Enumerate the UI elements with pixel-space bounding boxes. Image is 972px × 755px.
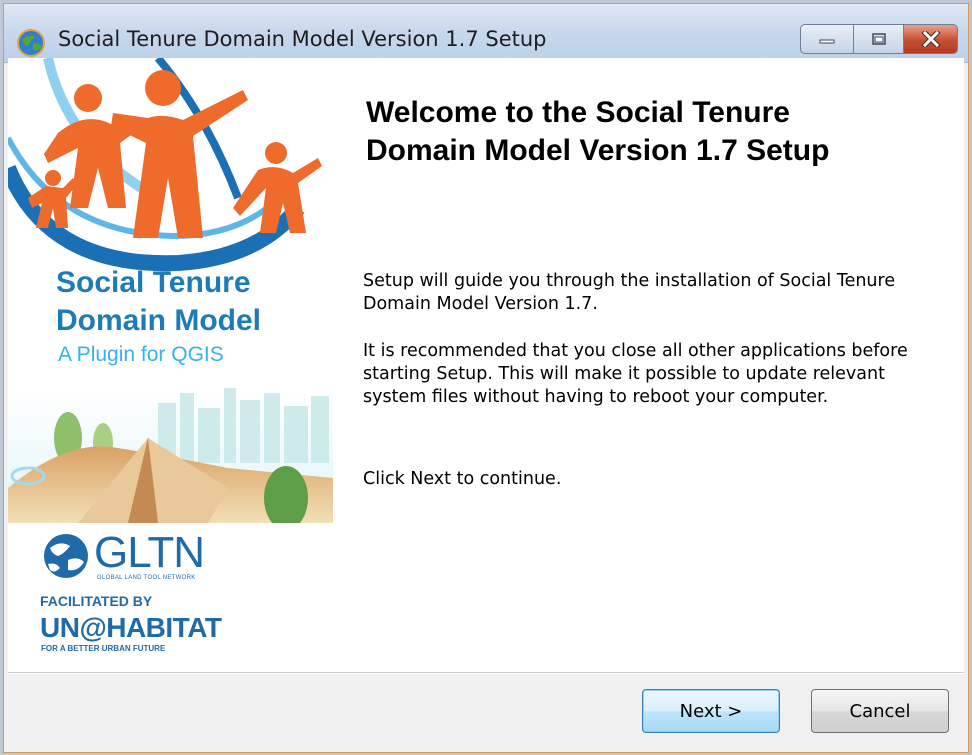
footer-divider (8, 672, 964, 674)
caption-buttons (800, 24, 958, 54)
brand-title-line2: Domain Model (56, 304, 262, 337)
gltn-logo-subtitle: GLOBAL LAND TOOL NETWORK (97, 575, 196, 581)
title-bar[interactable]: Social Tenure Domain Model Version 1.7 S… (4, 4, 968, 63)
unhabitat-logo-text: UN@HABITAT (40, 612, 222, 643)
close-button[interactable] (904, 24, 958, 54)
maximize-icon (871, 33, 886, 45)
content-area: Social Tenure Domain Model A Plugin for … (8, 58, 964, 672)
intro-paragraph: Setup will guide you through the install… (363, 271, 896, 314)
welcome-heading-line1: Welcome to the Social Tenure (366, 96, 790, 129)
brand-title-line1: Social Tenure (56, 266, 251, 299)
welcome-heading-line2: Domain Model Version 1.7 Setup (366, 134, 830, 167)
close-icon (920, 31, 941, 47)
gltn-logo-text: GLTN (94, 528, 205, 577)
minimize-icon (819, 39, 835, 44)
continue-instruction: Click Next to continue. (363, 469, 562, 489)
unhabitat-logo-subtitle: FOR A BETTER URBAN FUTURE (41, 644, 166, 653)
window-title: Social Tenure Domain Model Version 1.7 S… (58, 27, 547, 51)
brand-subtitle: A Plugin for QGIS (58, 343, 224, 366)
facilitated-by-label: FACILITATED BY (40, 593, 153, 609)
minimize-button[interactable] (800, 24, 854, 54)
recommendation-paragraph: It is recommended that you close all oth… (363, 341, 908, 407)
side-banner: Social Tenure Domain Model A Plugin for … (8, 58, 333, 672)
app-globe-icon (17, 29, 45, 57)
cancel-button[interactable]: Cancel (811, 689, 949, 733)
brand-title: Social Tenure Domain Model (56, 264, 261, 340)
welcome-heading: Welcome to the Social Tenure Domain Mode… (366, 94, 926, 170)
maximize-button[interactable] (854, 24, 904, 54)
welcome-panel: Welcome to the Social Tenure Domain Mode… (333, 58, 964, 672)
next-button[interactable]: Next > (642, 689, 780, 733)
